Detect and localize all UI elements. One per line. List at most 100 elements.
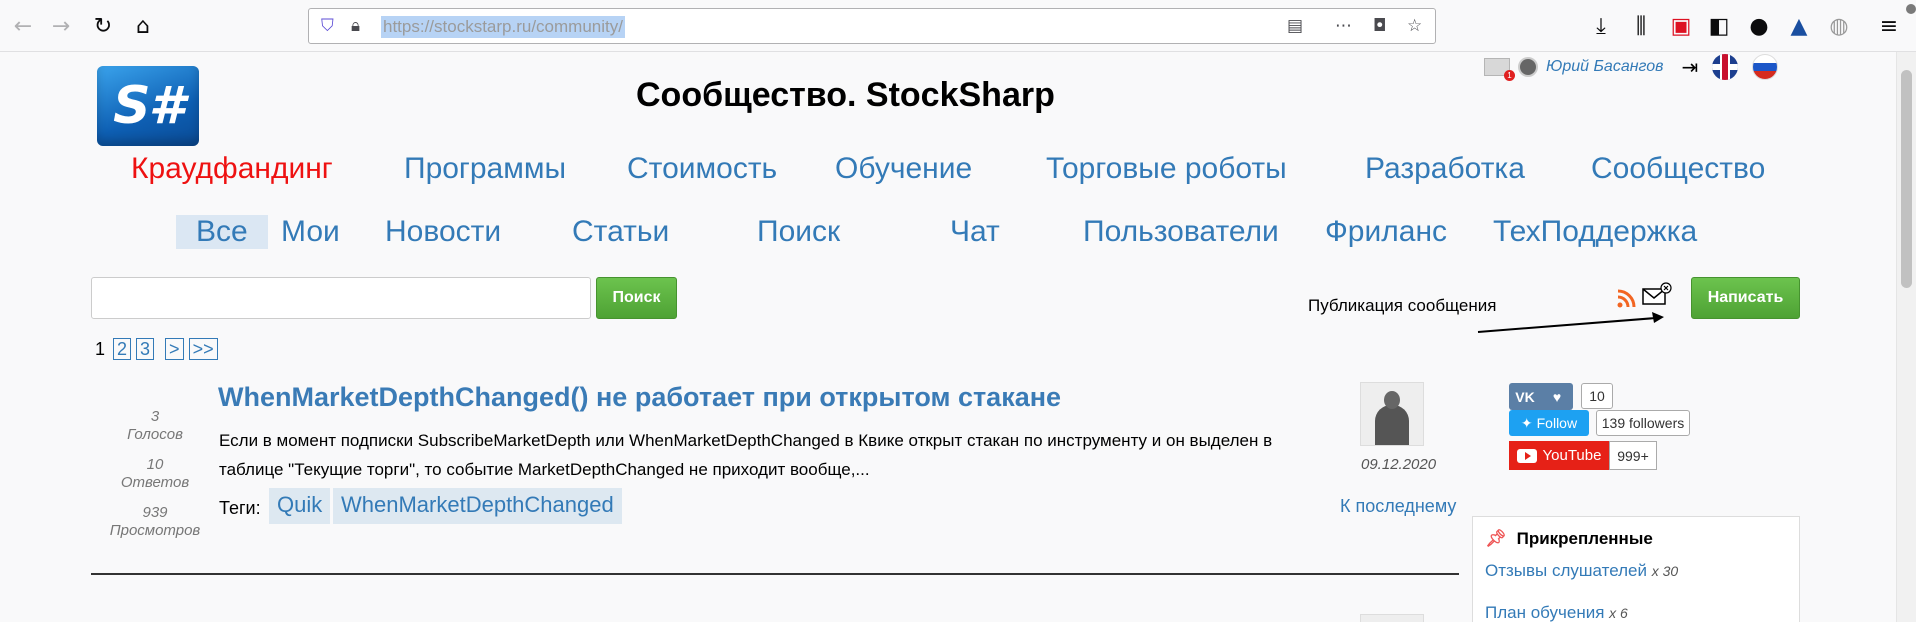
answers-stat: 10 Ответов (100, 456, 210, 492)
tab-freelance[interactable]: Фриланс (1325, 215, 1447, 249)
views-count: 939 (142, 504, 168, 521)
rss-icon[interactable] (1617, 288, 1637, 308)
tab-users[interactable]: Пользователи (1083, 215, 1279, 249)
search-input[interactable] (91, 277, 591, 319)
library-icon[interactable]: ⫼ (1624, 9, 1658, 43)
reload-icon[interactable]: ↻ (86, 9, 120, 43)
twitter-bird-icon: ✦ (1520, 414, 1533, 431)
answers-label: Ответов (120, 474, 190, 491)
pinned-header: 📌︎ Прикрепленные (1485, 529, 1653, 549)
home-icon[interactable]: ⌂ (126, 9, 160, 43)
youtube-play-icon (1516, 448, 1537, 463)
page-last[interactable]: >> (188, 338, 218, 360)
lock-icon[interactable]: 🔒︎ (351, 16, 360, 36)
pocket-icon[interactable]: ◘ (1373, 16, 1386, 36)
tags-label: Теги: (219, 498, 261, 518)
page-current: 1 (95, 338, 106, 359)
vk-like-button[interactable]: VK ♥ (1509, 383, 1573, 410)
page-link-2[interactable]: 2 (113, 338, 132, 360)
pinned-item-count: x 30 (1651, 563, 1679, 579)
more-icon[interactable]: ⋯ (1335, 16, 1352, 36)
to-last-link[interactable]: К последнему (1340, 496, 1456, 517)
tab-news[interactable]: Новости (385, 215, 501, 249)
votes-stat: 3 Голосов (100, 408, 210, 444)
extension-icon[interactable]: ▣ (1664, 9, 1698, 43)
pinned-item[interactable]: Отзывы слушателей x 30 (1485, 561, 1678, 581)
pinned-item[interactable]: План обучения x 6 (1485, 603, 1628, 622)
scrollbar[interactable] (1896, 52, 1916, 622)
pinned-item-count: x 6 (1609, 605, 1628, 621)
globe-icon[interactable]: ◍ (1822, 9, 1856, 43)
post-separator (91, 573, 1459, 575)
tab-chat[interactable]: Чат (950, 215, 1000, 249)
scrollbar-thumb[interactable] (1901, 70, 1912, 288)
votes-count: 3 (150, 408, 160, 425)
forward-icon[interactable]: → (44, 9, 78, 43)
menu-pricing[interactable]: Стоимость (627, 152, 777, 186)
answers-count: 10 (146, 456, 164, 473)
logout-icon[interactable]: ⇥ (1681, 55, 1698, 79)
vk-like-count: 10 (1581, 383, 1613, 409)
account-icon[interactable]: ● (1742, 9, 1776, 43)
pinned-item-label[interactable]: План обучения (1485, 603, 1604, 622)
subscribe-email-icon[interactable] (1642, 282, 1672, 306)
post-title-link[interactable]: WhenMarketDepthChanged() не работает при… (218, 382, 1061, 413)
reader-icon[interactable]: ▤ (1287, 16, 1303, 36)
heart-icon: ♥ (1552, 388, 1562, 405)
sidebar-icon[interactable]: ◧ (1702, 9, 1736, 43)
menu-learning[interactable]: Обучение (835, 152, 972, 186)
tab-support[interactable]: ТехПоддержка (1493, 215, 1697, 249)
page-next[interactable]: > (165, 338, 184, 360)
user-avatar[interactable] (1518, 57, 1538, 77)
youtube-subscriber-count: 999+ (1609, 441, 1657, 470)
tag-quik[interactable]: Quik (269, 488, 331, 524)
author-avatar[interactable] (1360, 382, 1424, 446)
tab-mine[interactable]: Мои (281, 215, 340, 249)
menu-trading-robots[interactable]: Торговые роботы (1046, 152, 1287, 186)
vk-icon: VK (1515, 388, 1535, 405)
youtube-label: YouTube (1542, 447, 1602, 464)
url-bar[interactable]: ⛉ 🔒︎ https://stockstarp.ru/community/ ▤ … (308, 8, 1436, 44)
vpn-icon[interactable]: ▲ (1782, 9, 1816, 43)
update-badge (1906, 4, 1916, 14)
twitter-follow-button[interactable]: ✦ Follow (1509, 410, 1589, 436)
page-title: Сообщество. StockSharp (636, 76, 1055, 114)
site-logo[interactable]: S# (97, 66, 199, 146)
tab-articles[interactable]: Статьи (572, 215, 669, 249)
menu-development[interactable]: Разработка (1365, 152, 1525, 186)
star-icon[interactable]: ☆ (1407, 16, 1422, 36)
menu-icon[interactable]: ≡ (1872, 9, 1906, 43)
download-icon[interactable]: ⤓ (1584, 9, 1618, 43)
next-author-avatar[interactable] (1360, 614, 1424, 622)
views-stat: 939 Просмотров (100, 504, 210, 540)
english-flag-icon[interactable] (1712, 54, 1739, 80)
menu-crowdfunding[interactable]: Краудфандинг (131, 152, 333, 186)
post-date: 09.12.2020 (1361, 456, 1437, 473)
pinned-title: Прикрепленные (1516, 529, 1653, 548)
youtube-subscribe-button[interactable]: YouTube (1509, 441, 1609, 470)
russian-flag-icon[interactable] (1752, 54, 1779, 80)
votes-label: Голосов (127, 426, 183, 443)
user-name-link[interactable]: Юрий Басангов (1546, 58, 1663, 76)
url-text[interactable]: https://stockstarp.ru/community/ (381, 16, 625, 38)
tab-search[interactable]: Поиск (757, 215, 840, 249)
pinned-panel: 📌︎ Прикрепленные Отзывы слушателей x 30 … (1472, 516, 1800, 622)
annotation-arrow (1477, 312, 1664, 333)
mail-icon[interactable]: 1 (1484, 58, 1515, 81)
tab-all[interactable]: Все (176, 215, 268, 249)
views-label: Просмотров (109, 522, 201, 539)
page-link-3[interactable]: 3 (136, 338, 155, 360)
mail-count-badge: 1 (1504, 70, 1515, 81)
search-button[interactable]: Поиск (596, 277, 677, 319)
post-excerpt: Если в момент подписки SubscribeMarketDe… (219, 431, 1273, 479)
pinned-item-label[interactable]: Отзывы слушателей (1485, 561, 1647, 580)
publish-annotation: Публикация сообщения (1308, 296, 1497, 315)
back-icon[interactable]: ← (6, 9, 40, 43)
menu-community[interactable]: Сообщество (1591, 152, 1765, 186)
tag-whenmarketdepthchanged[interactable]: WhenMarketDepthChanged (333, 488, 622, 524)
shield-icon[interactable]: ⛉ (321, 16, 334, 36)
pagination: 1 2 3 > >> (92, 338, 218, 360)
twitter-followers-count: 139 followers (1596, 410, 1690, 436)
menu-programs[interactable]: Программы (404, 152, 566, 186)
write-post-button[interactable]: Написать (1691, 277, 1800, 319)
